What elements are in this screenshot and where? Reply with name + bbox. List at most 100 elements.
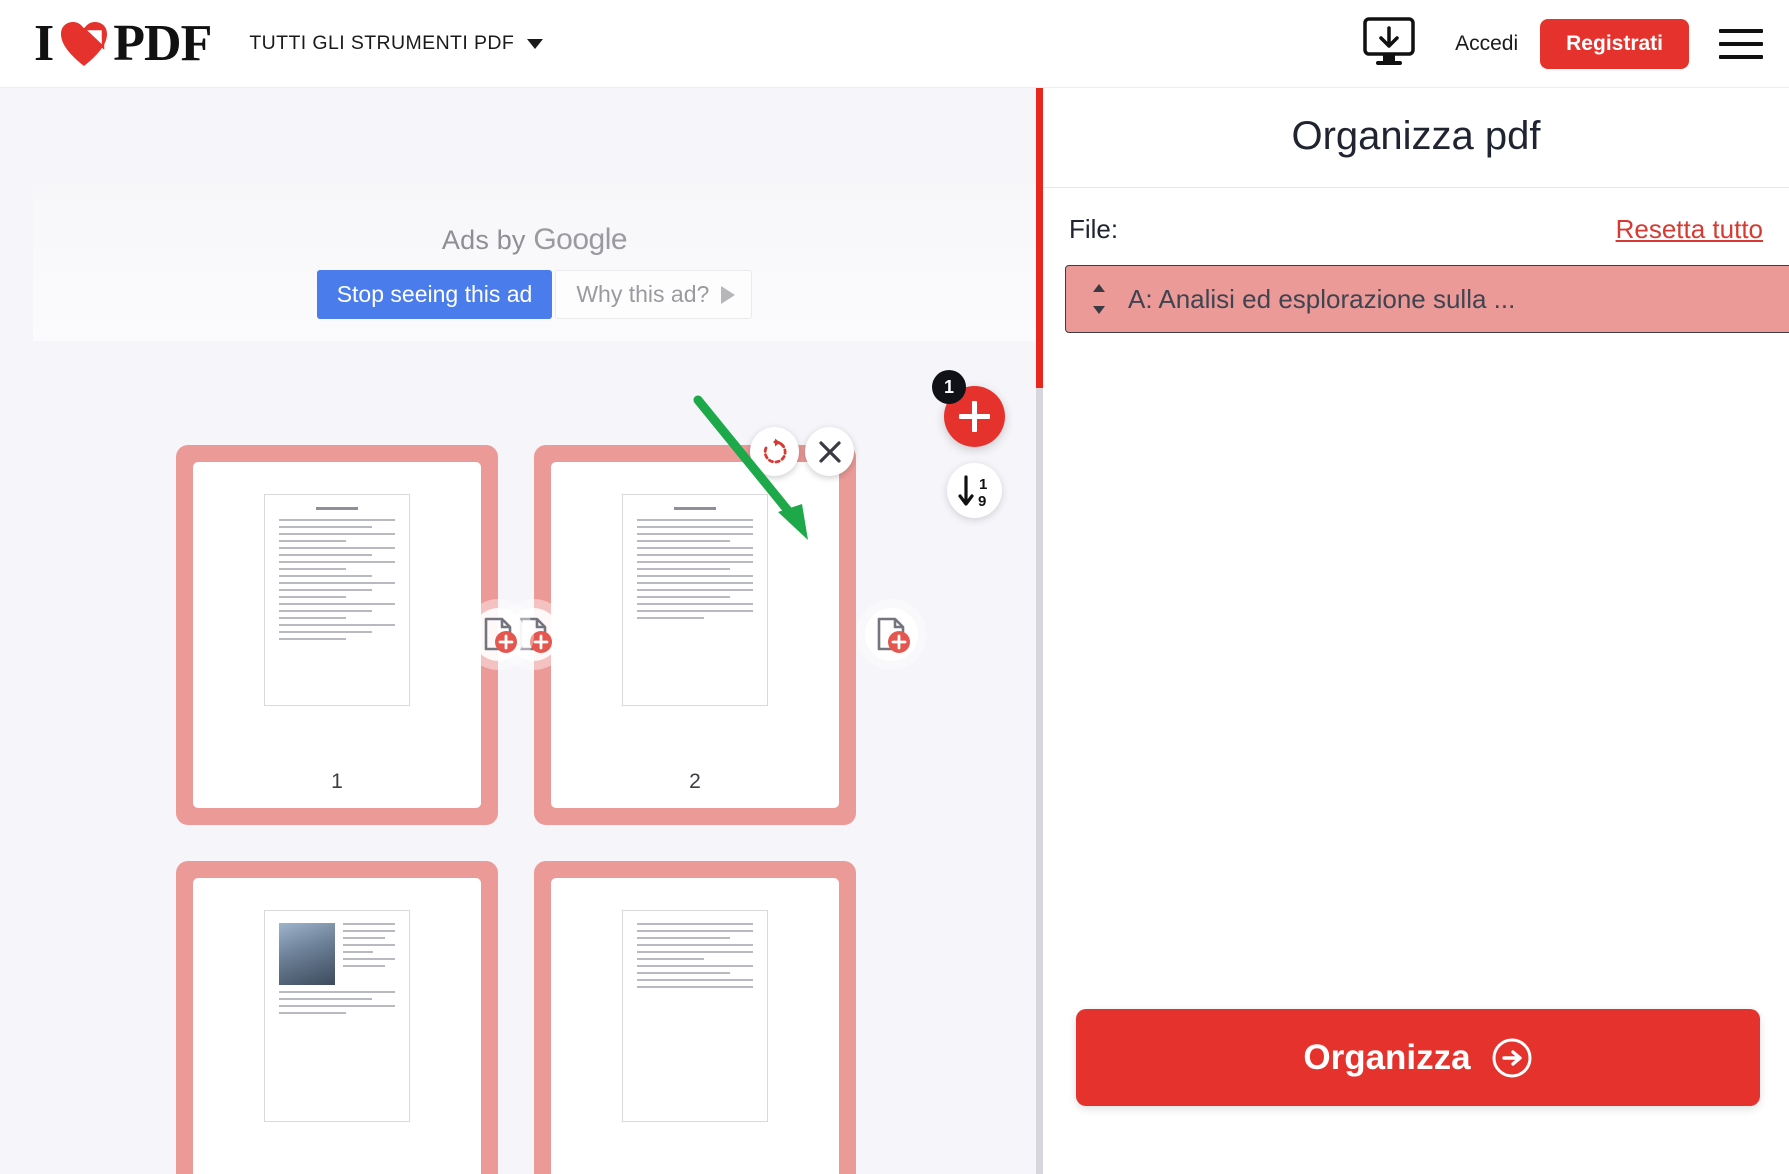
page-preview: [622, 494, 768, 706]
file-section-header: File: Resetta tutto: [1043, 188, 1789, 245]
preview-line: [637, 532, 753, 535]
preview-line: [279, 539, 347, 542]
all-pdf-tools-menu[interactable]: TUTTI GLI STRUMENTI PDF: [249, 32, 544, 55]
preview-line: [637, 553, 753, 556]
organize-button-label: Organizza: [1303, 1037, 1471, 1077]
preview-line: [637, 539, 730, 542]
preview-line: [343, 965, 385, 967]
remove-page-button[interactable]: [805, 427, 854, 476]
preview-line: [343, 944, 395, 946]
tools-menu-label: TUTTI GLI STRUMENTI PDF: [249, 32, 515, 54]
burger-line: [1719, 28, 1763, 33]
panel-title: Organizza pdf: [1043, 88, 1789, 188]
preview-line: [316, 507, 358, 510]
scroll-thumb[interactable]: [1036, 88, 1043, 388]
preview-line: [279, 518, 395, 521]
site-header: I PDF TUTTI GLI STRUMENTI PDF Accedi Reg…: [0, 0, 1789, 88]
page-card[interactable]: 1: [176, 445, 560, 825]
organize-submit-button[interactable]: Organizza: [1076, 1009, 1760, 1106]
preview-line: [674, 507, 716, 510]
add-page-icon: [877, 617, 910, 653]
ilovepdf-logo[interactable]: I PDF: [34, 14, 212, 73]
page-hover-tools: [750, 427, 854, 476]
burger-line: [1719, 41, 1763, 46]
preview-line: [637, 616, 705, 619]
preview-line: [637, 560, 753, 563]
preview-line: [279, 623, 395, 626]
sort-pages-fab[interactable]: 1 9: [947, 463, 1002, 518]
pages-grid: 1 2: [176, 427, 1016, 1174]
page-number: 2: [689, 770, 701, 793]
hamburger-menu-icon[interactable]: [1719, 28, 1763, 59]
preview-line: [637, 574, 753, 577]
add-page-icon: [484, 617, 517, 653]
preview-line: [637, 965, 753, 967]
insert-page-button[interactable]: [472, 608, 525, 661]
preview-line: [279, 602, 395, 605]
preview-line: [637, 958, 705, 960]
page-card[interactable]: 2: [472, 427, 918, 825]
add-file-fab[interactable]: 1: [932, 370, 1005, 447]
preview-line: [637, 979, 753, 981]
preview-line: [279, 630, 372, 633]
preview-line: [637, 951, 753, 953]
google-wordmark: Google: [533, 223, 628, 256]
ad-controls: Stop seeing this ad Why this ad?: [33, 270, 1036, 319]
login-link[interactable]: Accedi: [1455, 32, 1518, 56]
preview-line: [343, 958, 395, 960]
preview-line: [279, 546, 395, 549]
preview-line: [279, 581, 395, 584]
preview-line: [637, 567, 730, 570]
preview-line: [343, 951, 374, 953]
rotate-page-button[interactable]: [750, 427, 799, 476]
preview-line: [279, 532, 395, 535]
page-card[interactable]: 4: [534, 861, 856, 1174]
page-preview: [264, 494, 410, 706]
preview-image: [279, 923, 335, 985]
pages-workspace: Ads by Google Stop seeing this ad Why th…: [0, 88, 1036, 1174]
organize-side-panel: Organizza pdf File: Resetta tutto A: Ana…: [1043, 88, 1789, 1174]
sort-numeric-descending-icon: 1 9: [957, 474, 987, 510]
preview-line: [279, 637, 347, 640]
page-number: 1: [331, 770, 343, 793]
insert-page-button[interactable]: [865, 608, 918, 661]
preview-line: [637, 923, 753, 925]
preview-line: [279, 609, 372, 612]
file-label: File:: [1069, 214, 1119, 244]
arrow-right-circle-icon: [1492, 1038, 1532, 1077]
preview-line: [343, 923, 395, 925]
preview-line: [279, 560, 395, 563]
preview-line: [343, 937, 385, 939]
preview-line: [279, 991, 395, 993]
ilovepdf-organize-page: I PDF TUTTI GLI STRUMENTI PDF Accedi Reg…: [0, 0, 1789, 1174]
desktop-download-icon[interactable]: [1361, 16, 1417, 71]
file-name: A: Analisi ed esplorazione sulla ...: [1128, 283, 1516, 314]
preview-line: [637, 518, 753, 521]
burger-line: [1719, 54, 1763, 59]
page-card[interactable]: 3: [176, 861, 498, 1174]
preview-line: [637, 525, 753, 528]
ads-by-google-label: Ads by Google: [33, 223, 1036, 257]
preview-line: [279, 567, 347, 570]
signup-button[interactable]: Registrati: [1540, 18, 1689, 69]
file-count-badge: 1: [932, 370, 966, 404]
close-x-icon: [818, 440, 841, 463]
file-chip[interactable]: A: Analisi ed esplorazione sulla ...: [1065, 265, 1789, 333]
preview-line: [637, 944, 753, 946]
page-thumbnail-frame: 2: [551, 462, 839, 808]
header-actions: Accedi Registrati: [1361, 16, 1763, 71]
reset-all-link[interactable]: Resetta tutto: [1616, 214, 1763, 245]
preview-line: [637, 937, 730, 939]
ads-by-prefix: Ads by: [441, 225, 534, 255]
preview-line: [279, 595, 347, 598]
svg-text:9: 9: [978, 493, 986, 510]
rotate-clockwise-icon: [763, 438, 787, 463]
preview-line: [637, 986, 753, 988]
preview-line: [637, 595, 730, 598]
logo-letter-i: I: [34, 15, 54, 72]
stop-seeing-ad-button[interactable]: Stop seeing this ad: [316, 270, 553, 319]
why-this-ad-button[interactable]: Why this ad?: [555, 270, 753, 319]
plus-icon: [972, 401, 977, 432]
preview-line: [637, 609, 753, 612]
play-triangle-icon: [721, 285, 736, 304]
